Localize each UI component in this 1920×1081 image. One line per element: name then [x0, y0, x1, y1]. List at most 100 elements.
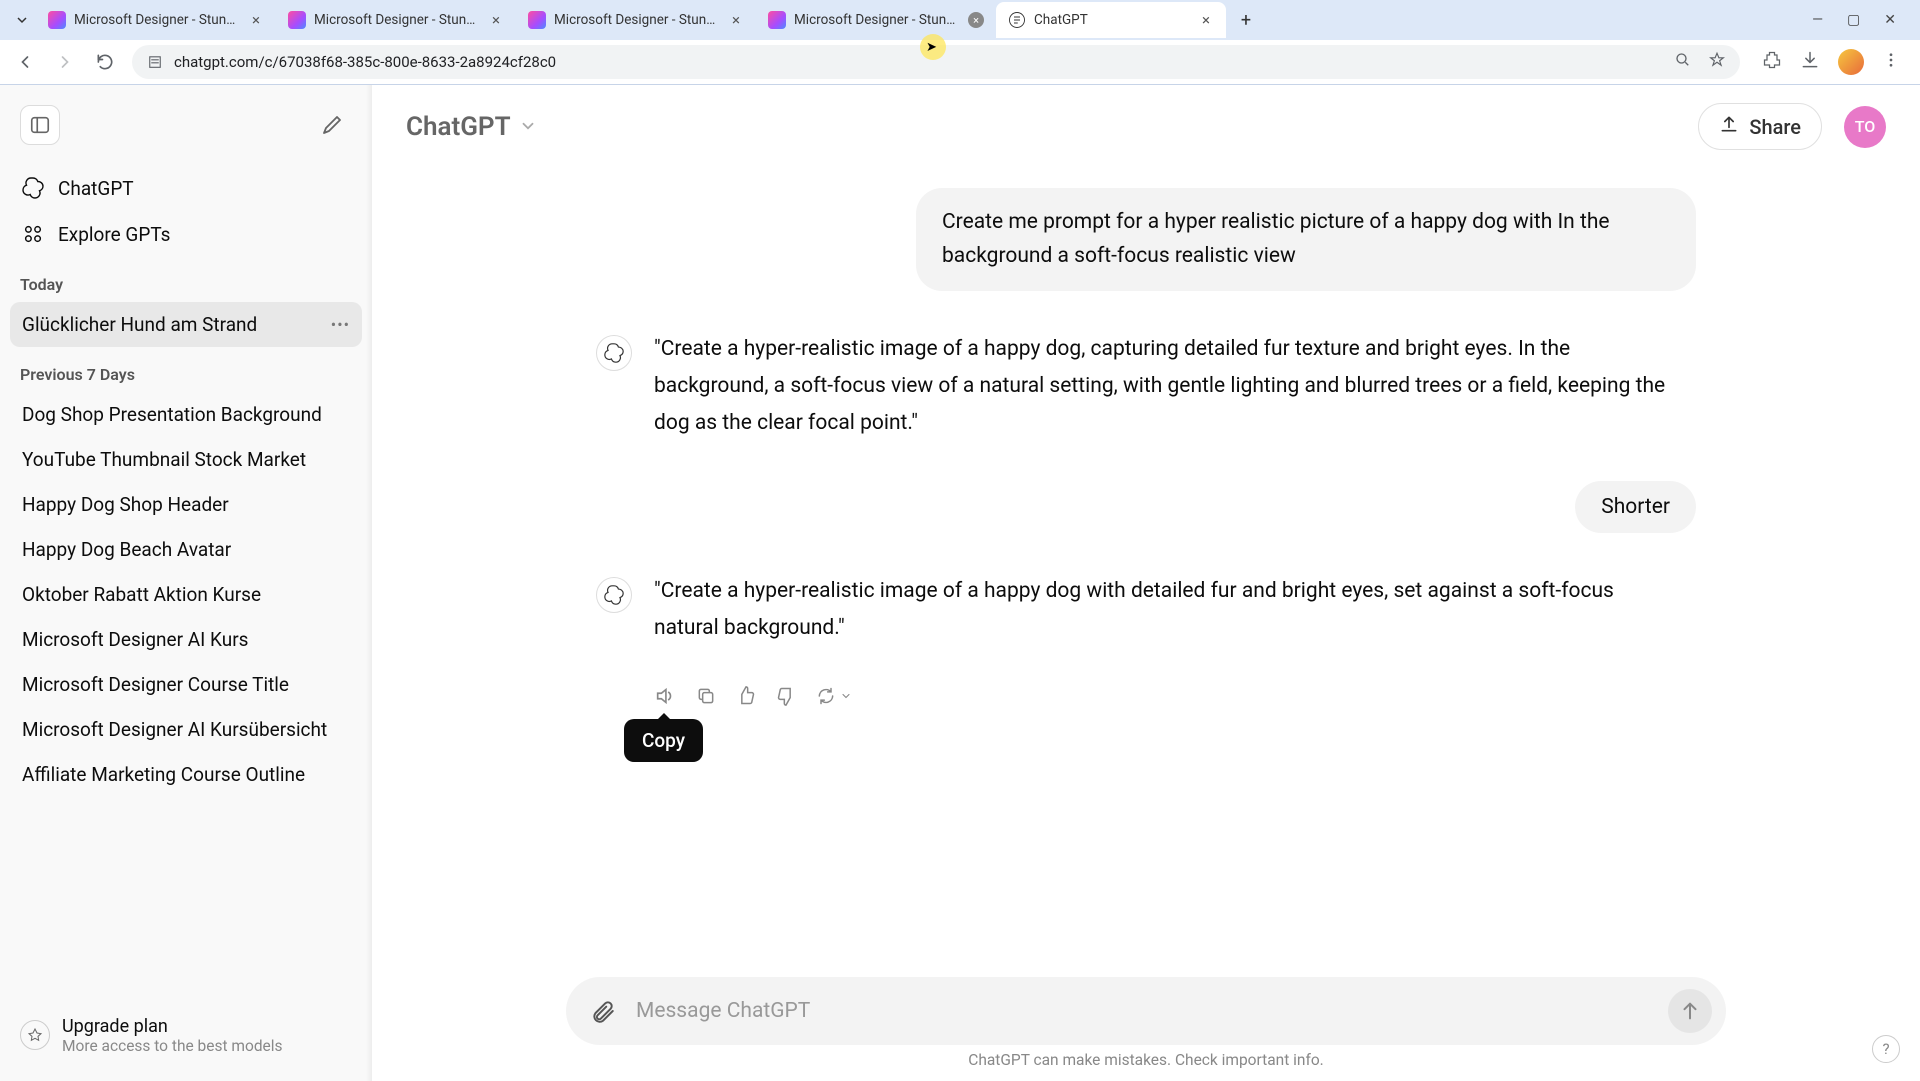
forward-button[interactable]: [52, 49, 78, 75]
ms-designer-icon: [768, 11, 786, 29]
profile-avatar-icon[interactable]: [1838, 49, 1864, 75]
sidebar-item-explore[interactable]: Explore GPTs: [10, 211, 362, 257]
tab-title: Microsoft Designer - Stunning: [314, 12, 480, 28]
history-title: Glücklicher Hund am Strand: [22, 313, 257, 336]
history-item[interactable]: Microsoft Designer Course Title: [10, 662, 362, 707]
browser-tab[interactable]: Microsoft Designer - Stunning ×: [276, 2, 516, 38]
tab-search-dropdown[interactable]: [8, 14, 36, 26]
tab-title: ChatGPT: [1034, 12, 1190, 28]
bookmark-icon[interactable]: [1708, 51, 1726, 73]
assistant-message-row: "Create a hyper-realistic image of a hap…: [596, 331, 1696, 441]
read-aloud-button[interactable]: [654, 685, 676, 707]
message-actions: Copy: [596, 667, 1696, 707]
upgrade-subtitle: More access to the best models: [62, 1037, 283, 1055]
browser-tab[interactable]: Microsoft Designer - Stunning ×: [36, 2, 276, 38]
sidebar-item-chatgpt[interactable]: ChatGPT: [10, 165, 362, 211]
chevron-down-icon: [519, 112, 537, 142]
history-item[interactable]: Dog Shop Presentation Background: [10, 392, 362, 437]
nav-label: Explore GPTs: [58, 223, 170, 246]
ms-designer-icon: [288, 11, 306, 29]
composer[interactable]: [566, 977, 1726, 1045]
downloads-icon[interactable]: [1800, 50, 1820, 74]
browser-tab[interactable]: Microsoft Designer - Stunning ×: [516, 2, 756, 38]
tab-strip: Microsoft Designer - Stunning × Microsof…: [0, 0, 1920, 40]
close-icon[interactable]: ×: [248, 12, 264, 28]
address-bar-row: chatgpt.com/c/67038f68-385c-800e-8633-2a…: [0, 40, 1920, 84]
tab-title: Microsoft Designer - Stunning: [74, 12, 240, 28]
close-icon[interactable]: ×: [488, 12, 504, 28]
browser-tab[interactable]: Microsoft Designer - Stunning ×: [756, 2, 996, 38]
history-item[interactable]: YouTube Thumbnail Stock Market: [10, 437, 362, 482]
tab-title: Microsoft Designer - Stunning: [554, 12, 720, 28]
history-item-active[interactable]: Glücklicher Hund am Strand •••: [10, 302, 362, 347]
sidebar: ChatGPT Explore GPTs Today Glücklicher H…: [0, 85, 372, 1081]
new-chat-button[interactable]: [312, 105, 352, 145]
thumbs-up-button[interactable]: [736, 685, 756, 707]
url-text: chatgpt.com/c/67038f68-385c-800e-8633-2a…: [174, 53, 556, 71]
tab-loading-icon[interactable]: ×: [968, 12, 984, 28]
close-icon[interactable]: ×: [1198, 12, 1214, 28]
model-name: ChatGPT: [406, 112, 511, 142]
history-item[interactable]: Oktober Rabatt Aktion Kurse: [10, 572, 362, 617]
chatgpt-icon: [1008, 11, 1026, 29]
model-selector[interactable]: ChatGPT: [406, 112, 537, 142]
nav-label: ChatGPT: [58, 177, 134, 200]
browser-menu-icon[interactable]: [1882, 51, 1900, 73]
assistant-message: "Create a hyper-realistic image of a hap…: [654, 573, 1674, 647]
close-window-icon[interactable]: ✕: [1884, 12, 1896, 28]
more-icon[interactable]: •••: [323, 315, 350, 334]
upgrade-icon: [20, 1020, 50, 1050]
ms-designer-icon: [528, 11, 546, 29]
user-message-row: Create me prompt for a hyper realistic p…: [596, 188, 1696, 291]
address-bar[interactable]: chatgpt.com/c/67038f68-385c-800e-8633-2a…: [132, 45, 1740, 79]
share-label: Share: [1749, 115, 1801, 139]
ms-designer-icon: [48, 11, 66, 29]
share-button[interactable]: Share: [1698, 103, 1822, 150]
assistant-avatar-icon: [596, 577, 632, 613]
tab-title: Microsoft Designer - Stunning: [794, 12, 960, 28]
history-item[interactable]: Happy Dog Shop Header: [10, 482, 362, 527]
browser-tab-active[interactable]: ChatGPT ×: [996, 2, 1226, 38]
main-header: ChatGPT Share TO: [372, 85, 1920, 168]
upgrade-plan-button[interactable]: Upgrade plan More access to the best mod…: [10, 1006, 362, 1065]
user-message-row: Shorter: [596, 481, 1696, 533]
maximize-icon[interactable]: ▢: [1847, 12, 1860, 28]
copy-tooltip: Copy: [624, 719, 703, 762]
composer-area: ChatGPT can make mistakes. Check importa…: [372, 977, 1920, 1081]
user-message: Create me prompt for a hyper realistic p…: [916, 188, 1696, 291]
share-icon: [1719, 114, 1739, 139]
help-button[interactable]: ?: [1872, 1035, 1900, 1063]
reload-button[interactable]: [92, 49, 118, 75]
message-input[interactable]: [636, 999, 1652, 1023]
new-tab-button[interactable]: +: [1232, 6, 1260, 34]
back-button[interactable]: [12, 49, 38, 75]
main-panel: ChatGPT Share TO Create me prompt for a …: [372, 85, 1920, 1081]
history-item[interactable]: Microsoft Designer AI Kursübersicht: [10, 707, 362, 752]
minimize-icon[interactable]: —: [1812, 12, 1823, 28]
disclaimer-text: ChatGPT can make mistakes. Check importa…: [432, 1045, 1860, 1073]
history-item[interactable]: Happy Dog Beach Avatar: [10, 527, 362, 572]
attach-button[interactable]: [586, 994, 620, 1028]
copy-button[interactable]: [696, 685, 716, 707]
regenerate-button[interactable]: [816, 685, 852, 707]
app-container: ChatGPT Explore GPTs Today Glücklicher H…: [0, 85, 1920, 1081]
history-item[interactable]: Affiliate Marketing Course Outline: [10, 752, 362, 797]
conversation: Create me prompt for a hyper realistic p…: [372, 168, 1920, 977]
send-button[interactable]: [1668, 989, 1712, 1033]
section-prev7: Previous 7 Days: [10, 347, 362, 392]
zoom-icon[interactable]: [1674, 51, 1692, 73]
section-today: Today: [10, 257, 362, 302]
browser-chrome: Microsoft Designer - Stunning × Microsof…: [0, 0, 1920, 85]
extensions-icon[interactable]: [1762, 50, 1782, 74]
collapse-sidebar-button[interactable]: [20, 105, 60, 145]
user-message: Shorter: [1575, 481, 1696, 533]
assistant-avatar-icon: [596, 335, 632, 371]
site-info-icon[interactable]: [146, 53, 164, 71]
close-icon[interactable]: ×: [728, 12, 744, 28]
explore-icon: [20, 221, 46, 247]
assistant-message-row: "Create a hyper-realistic image of a hap…: [596, 573, 1696, 647]
thumbs-down-button[interactable]: [776, 685, 796, 707]
history-item[interactable]: Microsoft Designer AI Kurs: [10, 617, 362, 662]
assistant-message: "Create a hyper-realistic image of a hap…: [654, 331, 1674, 441]
user-avatar[interactable]: TO: [1844, 106, 1886, 148]
